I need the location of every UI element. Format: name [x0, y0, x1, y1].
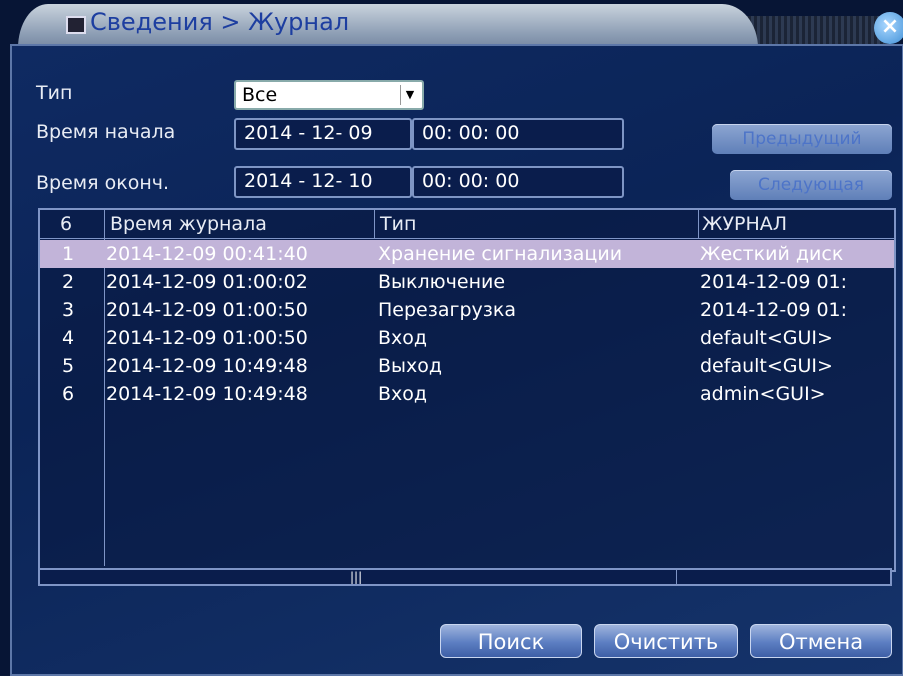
table-header: 6 Время журнала Тип ЖУРНАЛ [40, 210, 894, 239]
row-time: 2014-12-09 01:00:50 [106, 299, 308, 321]
end-time-label: Время оконч. [36, 172, 169, 194]
row-time: 2014-12-09 00:41:40 [106, 243, 308, 265]
row-log: default<GUI> [700, 327, 833, 349]
scroll-grip-icon: ||| [350, 570, 363, 584]
table-row[interactable]: 5 2014-12-09 10:49:48 Выход default<GUI> [40, 352, 894, 380]
table-row[interactable]: 2 2014-12-09 01:00:02 Выключение 2014-12-09… [40, 268, 894, 296]
row-type: Выключение [378, 271, 506, 293]
dvr-screen: Сведения > Журнал × Тип Все ▼ Время нача… [0, 0, 903, 676]
row-type: Хранение сигнализации [378, 243, 623, 265]
row-log: 2014-12-09 01: [700, 271, 848, 293]
end-time-field[interactable]: 00: 00: 00 [412, 166, 624, 198]
row-time: 2014-12-09 10:49:48 [106, 383, 308, 405]
row-number: 6 [62, 383, 75, 405]
prev-page-button[interactable]: Предыдущий [712, 124, 892, 154]
table-row[interactable]: 4 2014-12-09 01:00:50 Вход default<GUI> [40, 324, 894, 352]
type-select-value: Все [242, 84, 278, 106]
clear-button[interactable]: Очистить [594, 624, 738, 658]
row-time: 2014-12-09 01:00:50 [106, 327, 308, 349]
window-icon [66, 16, 86, 34]
start-time-field[interactable]: 00: 00: 00 [412, 118, 624, 150]
row-number: 5 [62, 355, 75, 377]
scrollbar-thumb[interactable]: ||| [40, 570, 677, 584]
type-label: Тип [36, 82, 73, 104]
row-log: 2014-12-09 01: [700, 299, 848, 321]
column-header-type[interactable]: Тип [380, 210, 416, 238]
row-number: 2 [62, 271, 75, 293]
search-button[interactable]: Поиск [440, 624, 582, 658]
end-date-field[interactable]: 2014 - 12- 10 [234, 166, 412, 198]
row-log: admin<GUI> [700, 383, 826, 405]
close-icon[interactable]: × [874, 12, 903, 44]
window-title: Сведения > Журнал [90, 8, 350, 36]
horizontal-scrollbar[interactable]: ||| [38, 568, 892, 586]
type-select[interactable]: Все ▼ [234, 80, 424, 110]
row-number: 3 [62, 299, 75, 321]
next-page-button[interactable]: Следующая [730, 170, 892, 200]
column-header-log[interactable]: ЖУРНАЛ [702, 210, 787, 238]
column-header-time[interactable]: Время журнала [110, 210, 267, 238]
log-table: 6 Время журнала Тип ЖУРНАЛ 1 2014-12-09 0… [38, 208, 896, 572]
row-time: 2014-12-09 10:49:48 [106, 355, 308, 377]
row-type: Вход [378, 327, 428, 349]
row-log: default<GUI> [700, 355, 833, 377]
row-number: 1 [62, 243, 75, 265]
row-type: Выход [378, 355, 443, 377]
table-row[interactable]: 1 2014-12-09 00:41:40 Хранение сигнализаци… [40, 240, 894, 268]
row-number: 4 [62, 327, 75, 349]
cancel-button[interactable]: Отмена [750, 624, 892, 658]
row-type: Вход [378, 383, 428, 405]
row-log: Жесткий диск [700, 243, 844, 265]
row-type: Перезагрузка [378, 299, 516, 321]
row-time: 2014-12-09 01:00:02 [106, 271, 308, 293]
start-date-field[interactable]: 2014 - 12- 09 [234, 118, 412, 150]
start-time-label: Время начала [36, 121, 176, 143]
table-row[interactable]: 3 2014-12-09 01:00:50 Перезагрузка 2014-12-… [40, 296, 894, 324]
chevron-down-icon[interactable]: ▼ [400, 85, 419, 105]
row-count: 6 [60, 213, 73, 235]
table-row[interactable]: 6 2014-12-09 10:49:48 Вход admin<GUI> [40, 380, 894, 408]
